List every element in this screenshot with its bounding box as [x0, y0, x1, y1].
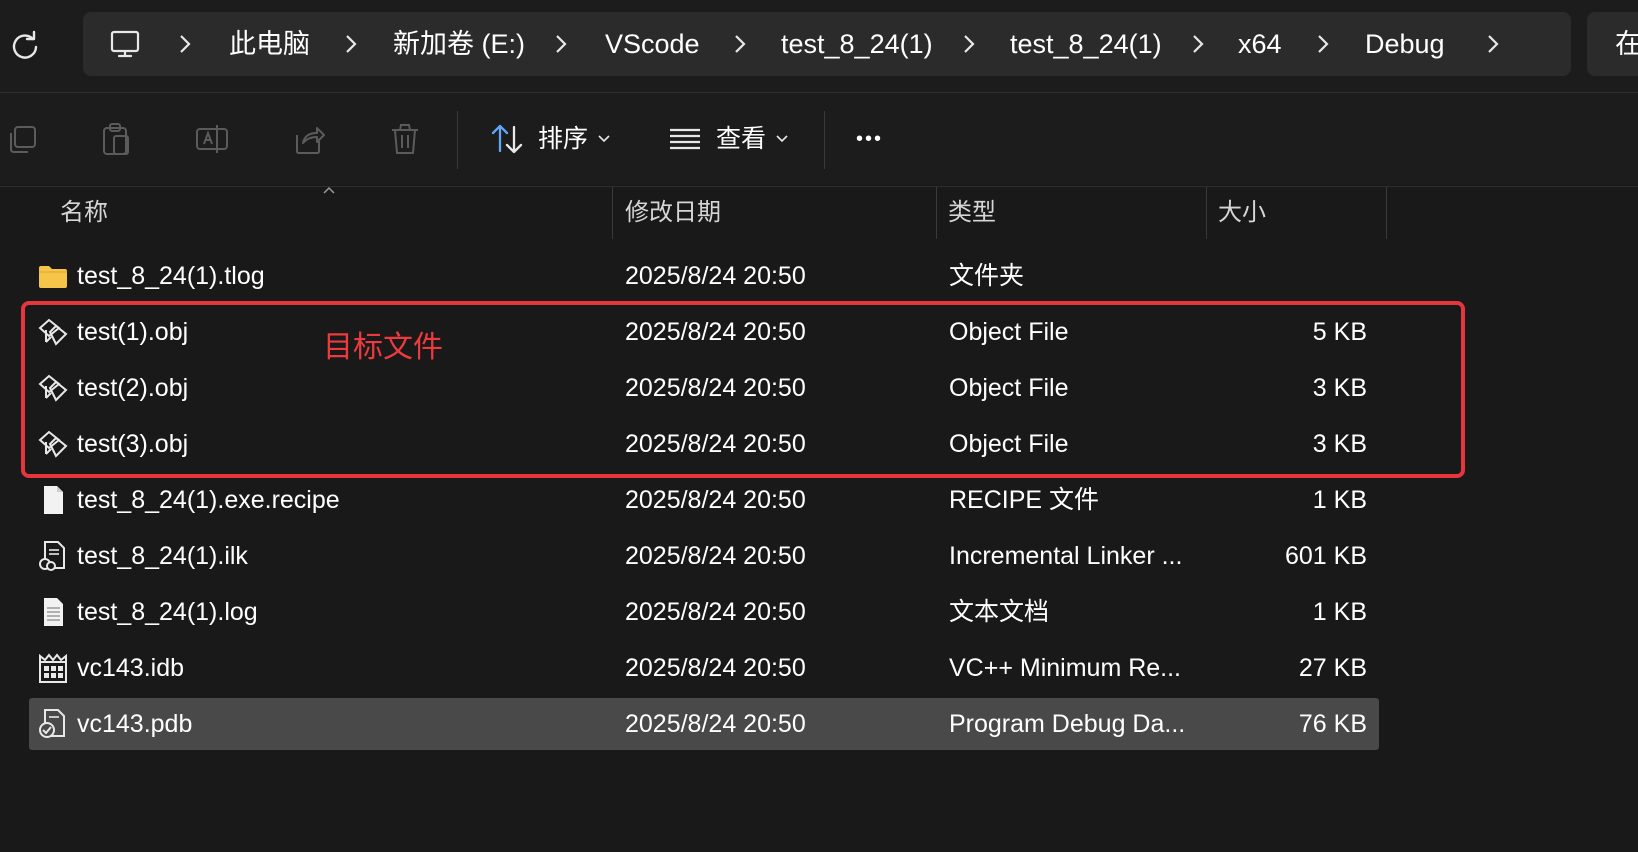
search-placeholder-fragment: 在	[1615, 29, 1638, 59]
blank-file-icon	[44, 486, 63, 514]
sort-button[interactable]: 排序	[490, 115, 620, 163]
toolbar-separator	[824, 111, 825, 169]
target-files-annotation: 目标文件	[323, 331, 443, 364]
column-header-date[interactable]: 修改日期	[625, 187, 721, 239]
breadcrumb[interactable]: 此电脑 新加卷 (E:) VScode test_8_24(1) test_8_…	[83, 12, 1571, 76]
column-header-size[interactable]: 大小	[1218, 187, 1266, 239]
text-file-icon	[44, 598, 63, 626]
chevron-down-icon	[776, 135, 788, 143]
search-box[interactable]: 在	[1587, 12, 1638, 76]
file-name: vc143.pdb	[77, 710, 193, 738]
chevron-right-icon[interactable]	[1483, 12, 1505, 76]
sort-label: 排序	[538, 125, 589, 153]
command-bar: 排序 查看 •••	[0, 93, 1638, 185]
file-size: 1 KB	[1312, 598, 1367, 626]
ilk-file-icon	[39, 541, 65, 571]
chevron-right-icon[interactable]	[730, 12, 752, 76]
file-row-pdb[interactable]: vc143.pdb 2025/8/24 20:50 Program Debug …	[29, 698, 1379, 750]
file-type: 文件夹	[949, 262, 1025, 290]
file-type: 文本文档	[949, 598, 1050, 626]
file-name: test_8_24(1).tlog	[77, 262, 265, 290]
chevron-right-icon[interactable]	[341, 12, 363, 76]
file-size: 1 KB	[1312, 486, 1367, 514]
divider	[0, 186, 1638, 187]
column-header-type[interactable]: 类型	[948, 187, 996, 239]
file-name: test_8_24(1).log	[77, 598, 258, 626]
breadcrumb-item-x64[interactable]: x64	[1238, 12, 1282, 76]
chevron-right-icon[interactable]	[175, 12, 197, 76]
delete-icon[interactable]	[387, 121, 423, 157]
file-date: 2025/8/24 20:50	[625, 598, 806, 626]
refresh-icon	[12, 30, 38, 59]
file-type: Program Debug Da...	[949, 710, 1186, 738]
share-icon[interactable]	[291, 121, 327, 157]
view-button[interactable]: 查看	[668, 115, 798, 163]
file-name: vc143.idb	[77, 654, 185, 682]
refresh-button[interactable]	[8, 28, 42, 62]
chevron-right-icon[interactable]	[1313, 12, 1335, 76]
copy-icon[interactable]	[4, 121, 40, 157]
file-name: test_8_24(1).exe.recipe	[77, 486, 340, 514]
file-name: test_8_24(1).ilk	[77, 542, 248, 570]
rename-icon[interactable]	[194, 121, 230, 157]
column-divider[interactable]	[936, 187, 937, 239]
file-date: 2025/8/24 20:50	[625, 486, 806, 514]
file-date: 2025/8/24 20:50	[625, 710, 806, 738]
chevron-right-icon[interactable]	[1188, 12, 1210, 76]
folder-icon	[39, 266, 67, 288]
file-date: 2025/8/24 20:50	[625, 262, 806, 290]
view-list-icon	[670, 128, 700, 150]
paste-icon[interactable]	[98, 121, 134, 157]
column-divider[interactable]	[1206, 187, 1207, 239]
target-files-highlight-box	[21, 301, 1465, 478]
breadcrumb-item-project[interactable]: test_8_24(1)	[781, 12, 933, 76]
file-size: 601 KB	[1284, 542, 1367, 570]
breadcrumb-item-vscode[interactable]: VScode	[605, 12, 700, 76]
view-label: 查看	[716, 125, 767, 153]
file-row-tlog-folder[interactable]: test_8_24(1).tlog 2025/8/24 20:50 文件夹	[29, 250, 1379, 302]
idb-file-icon	[39, 653, 67, 683]
breadcrumb-item-drive-e[interactable]: 新加卷 (E:)	[393, 12, 525, 76]
sort-icon	[491, 124, 523, 154]
more-icon: •••	[856, 128, 884, 150]
chevron-right-icon[interactable]	[551, 12, 573, 76]
file-date: 2025/8/24 20:50	[625, 654, 806, 682]
file-type: VC++ Minimum Re...	[949, 654, 1182, 682]
breadcrumb-item-debug[interactable]: Debug	[1365, 12, 1445, 76]
file-date: 2025/8/24 20:50	[625, 542, 806, 570]
file-row-idb[interactable]: vc143.idb 2025/8/24 20:50 VC++ Minimum R…	[29, 642, 1379, 694]
address-bar-region: 此电脑 新加卷 (E:) VScode test_8_24(1) test_8_…	[0, 0, 1638, 92]
column-header-name[interactable]: 名称	[60, 187, 108, 239]
file-size: 27 KB	[1298, 654, 1367, 682]
file-type: RECIPE 文件	[949, 486, 1100, 514]
pdb-file-icon	[39, 709, 65, 738]
file-size: 76 KB	[1298, 710, 1367, 738]
breadcrumb-item-this-pc[interactable]: 此电脑	[229, 12, 310, 76]
file-row-log[interactable]: test_8_24(1).log 2025/8/24 20:50 文本文档 1 …	[29, 586, 1379, 638]
file-type: Incremental Linker ...	[949, 542, 1183, 570]
column-divider[interactable]	[1386, 187, 1387, 239]
toolbar-separator	[457, 111, 458, 169]
file-row-exe-recipe[interactable]: test_8_24(1).exe.recipe 2025/8/24 20:50 …	[29, 474, 1379, 526]
chevron-down-icon	[598, 135, 610, 143]
this-pc-icon[interactable]	[109, 28, 141, 60]
column-divider[interactable]	[612, 187, 613, 239]
chevron-right-icon[interactable]	[959, 12, 981, 76]
file-row-ilk[interactable]: test_8_24(1).ilk 2025/8/24 20:50 Increme…	[29, 530, 1379, 582]
sort-ascending-caret-icon	[323, 186, 335, 194]
more-options-button[interactable]: •••	[852, 115, 902, 163]
breadcrumb-item-project-sub[interactable]: test_8_24(1)	[1010, 12, 1162, 76]
